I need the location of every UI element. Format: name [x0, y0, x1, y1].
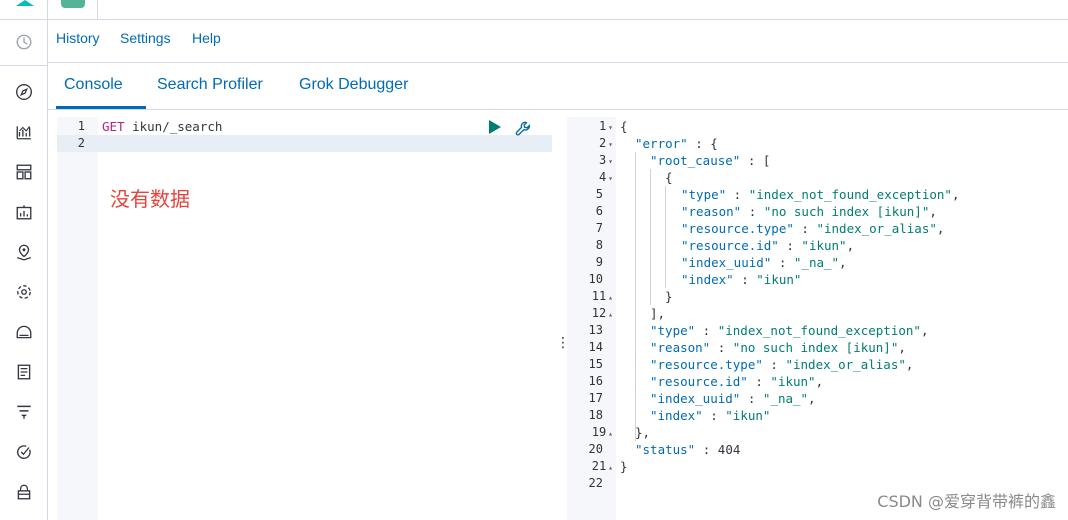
line-number: 7 — [595, 221, 603, 235]
visualize-chart-icon[interactable] — [14, 122, 34, 142]
line-number: 10 — [588, 272, 603, 286]
line-number: 21 ▴ — [591, 459, 613, 473]
response-line: "type" : "index_not_found_exception", — [681, 187, 960, 202]
line-number: 19 ▴ — [591, 425, 613, 439]
line-number: 15 — [588, 357, 603, 371]
help-link[interactable]: Help — [192, 30, 221, 46]
response-line: } — [620, 459, 628, 474]
line-number: 2 ▾ — [598, 136, 613, 150]
response-line: "resource.type" : "index_or_alias", — [681, 221, 945, 236]
fold-toggle-icon[interactable]: ▾ — [608, 157, 613, 166]
response-line: "error" : { — [635, 136, 718, 151]
line-number: 14 — [588, 340, 603, 354]
tab-grok-debugger[interactable]: Grok Debugger — [299, 76, 408, 94]
response-line: "resource.id" : "ikun", — [681, 238, 855, 253]
response-line: }, — [635, 425, 651, 440]
tab-console[interactable]: Console — [64, 76, 123, 94]
infrastructure-icon[interactable] — [14, 322, 34, 342]
line-number: 16 — [588, 374, 603, 388]
request-line[interactable]: GET ikun/_search — [102, 118, 222, 135]
tab-search-profiler[interactable]: Search Profiler — [157, 76, 263, 94]
kibana-logo-icon[interactable] — [16, 0, 34, 6]
line-number: 2 — [77, 136, 85, 150]
response-line: ], — [650, 306, 666, 321]
response-line: "resource.type" : "index_or_alias", — [650, 357, 914, 372]
line-number: 20 — [588, 442, 603, 456]
http-method: GET — [102, 119, 125, 134]
indent-guide — [650, 169, 651, 305]
console-menu-bar: History Settings Help — [48, 20, 1068, 63]
response-line: { — [665, 170, 673, 185]
fold-toggle-icon[interactable]: ▾ — [608, 174, 613, 183]
line-number: 5 — [595, 187, 603, 201]
line-number: 18 — [588, 408, 603, 422]
nav-divider — [0, 65, 47, 66]
response-line: "index" : "ikun" — [681, 272, 802, 287]
send-request-play-icon[interactable] — [489, 120, 501, 134]
response-line: } — [665, 289, 673, 304]
response-line: "reason" : "no such index [ikun]", — [681, 204, 937, 219]
space-avatar[interactable] — [61, 0, 85, 8]
fold-toggle-icon[interactable]: ▴ — [608, 293, 613, 302]
line-number: 12 ▴ — [591, 306, 613, 320]
response-line: "index_uuid" : "_na_", — [681, 255, 847, 270]
indent-guide — [665, 186, 666, 288]
siem-lock-icon[interactable] — [14, 482, 34, 502]
fold-toggle-icon[interactable]: ▴ — [608, 463, 613, 472]
header-divider — [47, 0, 48, 19]
line-number: 17 — [588, 391, 603, 405]
response-line: { — [620, 119, 628, 134]
line-number: 1 — [77, 119, 85, 133]
logs-icon[interactable] — [14, 362, 34, 382]
line-number: 13 — [588, 323, 603, 337]
machine-learning-icon[interactable] — [14, 282, 34, 302]
header-divider — [97, 0, 98, 19]
response-line: "type" : "index_not_found_exception", — [650, 323, 929, 338]
apm-icon[interactable] — [14, 402, 34, 422]
annotation-text: 没有数据 — [110, 187, 190, 211]
canvas-icon[interactable] — [14, 202, 34, 222]
side-nav — [0, 20, 48, 520]
line-number: 9 — [595, 255, 603, 269]
active-tab-indicator — [56, 106, 146, 109]
dev-tools-tabs: Console Search Profiler Grok Debugger — [48, 63, 1068, 110]
active-line-highlight — [57, 135, 552, 152]
maps-icon[interactable] — [14, 242, 34, 262]
line-number: 22 — [588, 476, 603, 490]
pane-resize-handle[interactable]: ⋮ — [556, 335, 570, 354]
request-editor[interactable]: 1 2 GET ikun/_search — [57, 117, 552, 520]
history-link[interactable]: History — [56, 30, 100, 46]
fold-toggle-icon[interactable]: ▴ — [608, 310, 613, 319]
line-number: 3 ▾ — [598, 153, 613, 167]
dashboard-icon[interactable] — [14, 162, 34, 182]
line-number: 11 ▴ — [591, 289, 613, 303]
fold-toggle-icon[interactable]: ▾ — [608, 140, 613, 149]
discover-compass-icon[interactable] — [14, 82, 34, 102]
line-number: 6 — [595, 204, 603, 218]
fold-toggle-icon[interactable]: ▾ — [608, 123, 613, 132]
indent-guide — [635, 152, 636, 441]
response-line: "status" : 404 — [635, 442, 741, 457]
request-path: ikun/_search — [124, 119, 223, 134]
settings-link[interactable]: Settings — [120, 30, 171, 46]
response-line: "index_uuid" : "_na_", — [650, 391, 816, 406]
line-number: 1 ▾ — [598, 119, 613, 133]
uptime-icon[interactable] — [14, 442, 34, 462]
response-line: "index" : "ikun" — [650, 408, 771, 423]
recently-viewed-clock-icon[interactable] — [14, 32, 34, 52]
response-viewer[interactable]: 1 ▾ 2 ▾ 3 ▾ 4 ▾ 5 6 7 8 9 10 11 ▴ 12 ▴ 13 14 15 16 17 18 19 ▴ 20 21… — [567, 117, 1068, 520]
response-line: "reason" : "no such index [ikun]", — [650, 340, 906, 355]
line-number: 8 — [595, 238, 603, 252]
line-number: 4 ▾ — [598, 170, 613, 184]
fold-toggle-icon[interactable]: ▴ — [608, 429, 613, 438]
response-line: "root_cause" : [ — [650, 153, 771, 168]
wrench-icon[interactable] — [514, 120, 532, 138]
top-header — [0, 0, 1068, 20]
watermark: CSDN @爱穿背带裤的鑫 — [877, 492, 1056, 511]
response-line: "resource.id" : "ikun", — [650, 374, 824, 389]
request-gutter — [57, 117, 98, 520]
